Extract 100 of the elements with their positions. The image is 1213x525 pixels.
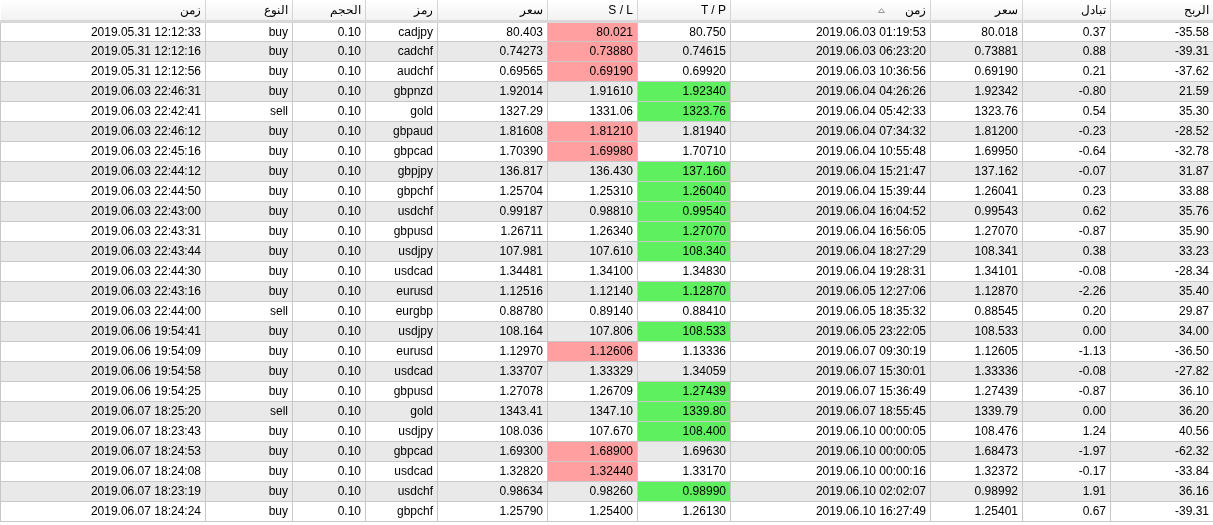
column-header[interactable]: الحجم — [292, 0, 366, 21]
table-cell: 2019.06.10 16:27:49 — [730, 501, 931, 521]
column-header[interactable]: T / P — [637, 0, 731, 21]
table-cell: 1.33336 — [930, 361, 1023, 381]
table-cell: 2019.06.07 18:23:43 — [0, 421, 206, 441]
table-cell: 2019.06.04 04:26:26 — [730, 81, 931, 101]
table-cell: 0.99187 — [437, 201, 548, 221]
table-cell: buy — [205, 201, 293, 221]
table-cell: 2019.06.07 18:55:45 — [730, 401, 931, 421]
table-cell: 2019.06.05 18:35:32 — [730, 301, 931, 321]
table-cell: 0.74615 — [637, 41, 731, 61]
table-cell: 0.10 — [292, 441, 366, 461]
table-cell: 2019.06.03 22:44:50 — [0, 181, 206, 201]
table-cell: usdcad — [365, 261, 438, 281]
table-cell: buy — [205, 61, 293, 81]
table-cell: 2019.06.10 02:02:07 — [730, 481, 931, 501]
column-header[interactable]: الربح — [1110, 0, 1213, 21]
table-cell: 0.10 — [292, 241, 366, 261]
table-cell: 1.33329 — [547, 361, 638, 381]
column-header[interactable]: النوع — [205, 0, 293, 21]
table-cell: 2019.06.07 18:24:53 — [0, 441, 206, 461]
table-cell: 108.341 — [930, 241, 1023, 261]
table-cell: 0.10 — [292, 141, 366, 161]
table-cell: 0.00 — [1022, 321, 1111, 341]
table-cell: usdchf — [365, 481, 438, 501]
column-header[interactable]: زمن — [0, 0, 206, 21]
table-cell: buy — [205, 141, 293, 161]
table-cell: 1.12870 — [930, 281, 1023, 301]
column-header[interactable]: S / L — [547, 0, 638, 21]
table-cell: 2019.06.10 00:00:16 — [730, 461, 931, 481]
table-cell: buy — [205, 81, 293, 101]
table-cell: 2019.06.03 06:23:20 — [730, 41, 931, 61]
table-cell: 107.806 — [547, 321, 638, 341]
table-cell: 2019.06.03 22:43:16 — [0, 281, 206, 301]
table-cell: eurusd — [365, 341, 438, 361]
column-header[interactable]: سعر — [437, 0, 548, 21]
table-cell: 0.69920 — [637, 61, 731, 81]
table-cell: gbpaud — [365, 121, 438, 141]
table-cell: 1.81200 — [930, 121, 1023, 141]
table-cell: 1.25401 — [930, 501, 1023, 521]
table-cell: 1.12970 — [437, 341, 548, 361]
table-cell: 0.10 — [292, 221, 366, 241]
table-cell: -2.26 — [1022, 281, 1111, 301]
table-cell: 1.33707 — [437, 361, 548, 381]
table-cell: 0.37 — [1022, 21, 1111, 41]
table-cell: 2019.06.03 22:43:44 — [0, 241, 206, 261]
table-cell: 1.12516 — [437, 281, 548, 301]
table-cell: buy — [205, 501, 293, 521]
table-cell: buy — [205, 461, 293, 481]
table-cell: 0.98810 — [547, 201, 638, 221]
table-cell: 2019.06.03 22:44:00 — [0, 301, 206, 321]
table-cell: 1347.10 — [547, 401, 638, 421]
table-cell: 1.34481 — [437, 261, 548, 281]
table-cell: 1.26340 — [547, 221, 638, 241]
table-cell: 1.24 — [1022, 421, 1111, 441]
table-cell: 2019.06.07 18:24:24 — [0, 501, 206, 521]
table-cell: 0.10 — [292, 481, 366, 501]
table-cell: gbpusd — [365, 221, 438, 241]
table-cell: 2019.06.03 22:44:30 — [0, 261, 206, 281]
sort-icon — [878, 8, 885, 14]
table-cell: 2019.06.05 23:22:05 — [730, 321, 931, 341]
table-cell: 0.88410 — [637, 301, 731, 321]
table-cell: 0.69565 — [437, 61, 548, 81]
column-header[interactable]: تبادل — [1022, 0, 1111, 21]
column-header[interactable]: سعر — [930, 0, 1023, 21]
table-cell: -0.80 — [1022, 81, 1111, 101]
table-cell: 137.162 — [930, 161, 1023, 181]
table-cell: -0.87 — [1022, 221, 1111, 241]
table-cell: 2019.06.04 19:28:31 — [730, 261, 931, 281]
table-cell: sell — [205, 401, 293, 421]
column-header[interactable]: رمز — [365, 0, 438, 21]
table-cell: 108.476 — [930, 421, 1023, 441]
table-cell: -0.07 — [1022, 161, 1111, 181]
table-cell: 1.92342 — [930, 81, 1023, 101]
table-cell: sell — [205, 101, 293, 121]
table-cell: 0.10 — [292, 261, 366, 281]
table-cell: 2019.06.05 12:27:06 — [730, 281, 931, 301]
table-cell: gbpnzd — [365, 81, 438, 101]
column-header[interactable]: زمن — [730, 0, 931, 21]
table-cell: 1.81608 — [437, 121, 548, 141]
table-cell: 0.10 — [292, 321, 366, 341]
table-cell: eurgbp — [365, 301, 438, 321]
table-cell: 2019.06.03 22:44:12 — [0, 161, 206, 181]
table-cell: 2019.06.04 15:39:44 — [730, 181, 931, 201]
table-cell: 0.10 — [292, 301, 366, 321]
table-cell: 1.92014 — [437, 81, 548, 101]
table-cell: 2019.06.03 22:43:31 — [0, 221, 206, 241]
table-cell: 0.73881 — [930, 41, 1023, 61]
table-cell: 0.10 — [292, 61, 366, 81]
table-cell: -0.64 — [1022, 141, 1111, 161]
table-cell: 1.26041 — [930, 181, 1023, 201]
table-cell: 1.33170 — [637, 461, 731, 481]
table-cell: 2019.06.07 15:36:49 — [730, 381, 931, 401]
table-cell: 0.67 — [1022, 501, 1111, 521]
table-cell: 0.10 — [292, 181, 366, 201]
table-cell: buy — [205, 361, 293, 381]
table-cell: 1.69630 — [637, 441, 731, 461]
table-cell: buy — [205, 341, 293, 361]
table-cell: 1.91610 — [547, 81, 638, 101]
table-cell: 0.20 — [1022, 301, 1111, 321]
